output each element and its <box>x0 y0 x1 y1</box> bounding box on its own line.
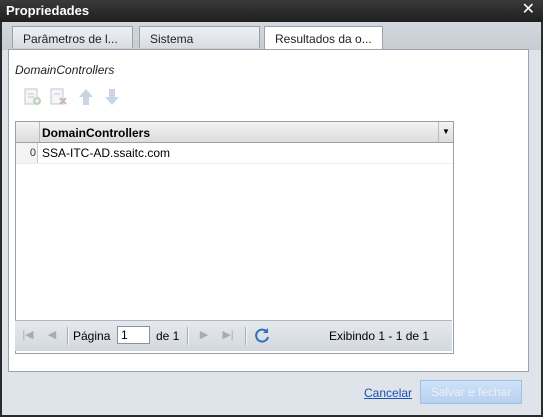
section-label: DomainControllers <box>15 63 115 77</box>
add-row-icon[interactable] <box>21 86 43 108</box>
tab-panel: DomainControllers DomainControllers ▼ 0 … <box>8 49 529 372</box>
column-header[interactable]: DomainControllers <box>42 126 150 140</box>
column-menu-icon[interactable]: ▼ <box>438 122 453 142</box>
tab-sistema[interactable]: Sistema <box>139 26 260 48</box>
table-cell[interactable]: SSA-ITC-AD.ssaitc.com <box>42 146 170 160</box>
properties-dialog: Propriedades ✕ Parâmetros de l... Sistem… <box>0 0 543 417</box>
save-close-button[interactable]: Salvar e fechar <box>420 380 522 404</box>
tab-strip: Parâmetros de l... Sistema Resultados da… <box>2 22 541 50</box>
grid-header: DomainControllers ▼ <box>16 122 453 143</box>
prev-page-icon[interactable]: ◀ <box>45 328 59 342</box>
tab-parametros[interactable]: Parâmetros de l... <box>12 26 133 48</box>
row-number-header <box>16 122 40 142</box>
display-info: Exibindo 1 - 1 de 1 <box>329 329 430 343</box>
refresh-icon[interactable] <box>253 326 271 344</box>
pager-separator <box>67 327 69 345</box>
cancel-link[interactable]: Cancelar <box>364 386 412 400</box>
dialog-title: Propriedades <box>6 3 90 18</box>
pager-separator <box>245 327 247 345</box>
dialog-footer: Cancelar Salvar e fechar <box>2 372 541 415</box>
last-page-icon[interactable]: ▶| <box>221 328 235 342</box>
tab-resultados[interactable]: Resultados da o... <box>264 26 383 50</box>
grid-pager: |◀ ◀ Página de 1 ▶ ▶| Exibindo 1 - 1 de … <box>15 320 452 351</box>
row-number: 0 <box>16 143 38 163</box>
next-page-icon[interactable]: ▶ <box>197 328 211 342</box>
pager-separator <box>187 327 189 345</box>
move-up-icon[interactable] <box>75 86 97 108</box>
title-bar: Propriedades ✕ <box>0 0 543 22</box>
first-page-icon[interactable]: |◀ <box>21 328 35 342</box>
table-row[interactable]: 0 SSA-ITC-AD.ssaitc.com <box>16 143 453 164</box>
close-icon[interactable]: ✕ <box>522 1 535 19</box>
delete-row-icon[interactable] <box>47 86 69 108</box>
page-input[interactable] <box>117 326 150 344</box>
page-count: de 1 <box>156 329 180 343</box>
page-label: Página <box>73 329 111 343</box>
move-down-icon[interactable] <box>101 86 123 108</box>
